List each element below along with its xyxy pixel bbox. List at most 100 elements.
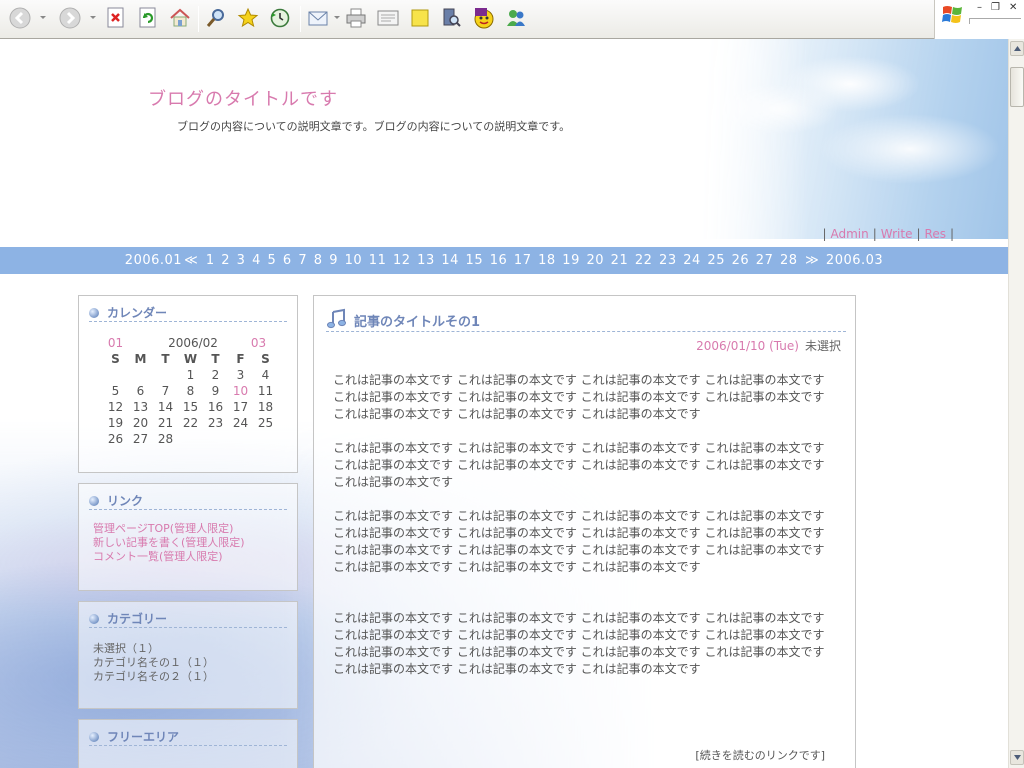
mail-dropdown-icon[interactable] <box>334 16 340 19</box>
datebar-day-link[interactable]: 11 <box>369 253 387 268</box>
calendar-day: 23 <box>207 416 224 430</box>
calendar-day: 7 <box>161 384 170 398</box>
search-icon[interactable] <box>204 6 228 30</box>
next-month-link[interactable]: 2006.03 <box>826 253 883 268</box>
scroll-thumb[interactable] <box>1010 67 1024 107</box>
back-dropdown-icon[interactable] <box>40 16 46 19</box>
datebar-day-link[interactable]: 9 <box>329 253 338 268</box>
mail-icon[interactable] <box>307 6 331 30</box>
calendar-prev-link[interactable]: 01 <box>103 336 128 350</box>
prev-arrow[interactable]: ≪ <box>184 253 198 268</box>
datebar-day-link[interactable]: 25 <box>707 253 725 268</box>
category-item[interactable]: 未選択（１） <box>93 642 159 656</box>
forward-dropdown-icon[interactable] <box>90 16 96 19</box>
next-arrow[interactable]: ≫ <box>805 253 819 268</box>
calendar-weekday: W <box>183 352 198 366</box>
datebar-day-link[interactable]: 28 <box>780 253 798 268</box>
refresh-icon[interactable] <box>136 6 160 30</box>
date-navigation-bar: 2006.01 ≪ 1 2 3 4 5 6 7 8 9 10 11 12 13 1… <box>0 247 1008 274</box>
messenger-icon[interactable] <box>504 6 528 30</box>
favorites-icon[interactable] <box>236 6 260 30</box>
history-icon[interactable] <box>268 6 292 30</box>
datebar-day-link[interactable]: 10 <box>345 253 363 268</box>
blog-title[interactable]: ブログのタイトルです <box>148 85 338 111</box>
link-comment-list[interactable]: コメント一覧(管理人限定) <box>93 550 223 564</box>
datebar-day-link[interactable]: 22 <box>635 253 653 268</box>
edit-icon[interactable] <box>376 6 400 30</box>
minimize-button[interactable]: – <box>977 3 982 13</box>
links-heading: リンク <box>107 494 144 508</box>
back-icon[interactable] <box>8 6 32 30</box>
entry-date[interactable]: 2006/01/10 (Tue) <box>696 339 799 353</box>
res-link[interactable]: Res <box>925 227 946 241</box>
write-link[interactable]: Write <box>881 227 913 241</box>
calendar-day: 26 <box>107 432 124 446</box>
calendar-day: 25 <box>257 416 274 430</box>
scroll-down-icon[interactable] <box>1010 750 1024 765</box>
datebar-day-link[interactable]: 17 <box>514 253 532 268</box>
datebar-day-link[interactable]: 4 <box>252 253 261 268</box>
entry-text-line: これは記事の本文です これは記事の本文です これは記事の本文です これは記事の本… <box>333 526 825 540</box>
home-icon[interactable] <box>168 6 192 30</box>
datebar-day-link[interactable]: 7 <box>298 253 307 268</box>
datebar-day-link[interactable]: 14 <box>441 253 459 268</box>
calendar-day: 6 <box>136 384 145 398</box>
calendar-day: 1 <box>186 368 195 382</box>
datebar-day-link[interactable]: 18 <box>538 253 556 268</box>
restore-button[interactable]: ❐ <box>991 3 1000 13</box>
admin-link[interactable]: Admin <box>830 227 868 241</box>
datebar-day-link[interactable]: 15 <box>466 253 484 268</box>
datebar-day-link[interactable]: 2 <box>221 253 230 268</box>
close-button[interactable]: ✕ <box>1009 3 1017 13</box>
windows-brand-area: – ❐ ✕ <box>934 0 1024 39</box>
free-area-header: フリーエリア <box>89 728 287 746</box>
datebar-day-link[interactable]: 3 <box>237 253 246 268</box>
print-icon[interactable] <box>344 6 368 30</box>
datebar-day-link[interactable]: 6 <box>283 253 292 268</box>
toolbar-separator <box>300 6 301 32</box>
calendar-week-row: 19 20 21 22 23 24 25 <box>103 416 283 432</box>
datebar-day-link[interactable]: 19 <box>562 253 580 268</box>
link-admin-top[interactable]: 管理ページTOP(管理人限定) <box>93 522 233 536</box>
link-new-entry[interactable]: 新しい記事を書く(管理人限定) <box>93 536 245 550</box>
entry-text-line: これは記事の本文です これは記事の本文です これは記事の本文です これは記事の本… <box>333 458 825 472</box>
messenger-yahoo-icon[interactable] <box>472 6 496 30</box>
read-more-link[interactable]: [続きを読むのリンクです] <box>695 747 825 763</box>
calendar-next-link[interactable]: 03 <box>246 336 271 350</box>
stop-icon[interactable] <box>104 6 128 30</box>
datebar-day-link[interactable]: 12 <box>393 253 411 268</box>
entry-paragraph: これは記事の本文です これは記事の本文です これは記事の本文です これは記事の本… <box>333 440 833 491</box>
entry-category[interactable]: 未選択 <box>805 339 841 353</box>
forward-icon[interactable] <box>58 6 82 30</box>
datebar-day-link[interactable]: 13 <box>417 253 435 268</box>
category-header: カテゴリー <box>89 610 287 628</box>
vertical-scrollbar[interactable] <box>1008 39 1024 768</box>
datebar-day-link[interactable]: 24 <box>683 253 701 268</box>
datebar-day-link[interactable]: 1 <box>206 253 215 268</box>
calendar-weekday: S <box>261 352 270 366</box>
datebar-day-link[interactable]: 5 <box>268 253 277 268</box>
datebar-day-link[interactable]: 27 <box>756 253 774 268</box>
calendar-week-row: 26 27 28 <box>103 432 283 448</box>
datebar-day-link[interactable]: 26 <box>732 253 750 268</box>
calendar-day[interactable]: 10 <box>228 384 253 398</box>
calendar-weekday: F <box>236 352 245 366</box>
bullet-icon <box>89 308 99 318</box>
entry-title[interactable]: 記事のタイトルその1 <box>354 311 480 330</box>
scroll-up-icon[interactable] <box>1010 41 1024 56</box>
note-icon[interactable] <box>408 6 432 30</box>
datebar-day-link[interactable]: 23 <box>659 253 677 268</box>
category-item[interactable]: カテゴリ名その１（１） <box>93 656 214 670</box>
research-icon[interactable] <box>439 6 463 30</box>
calendar-weekday: T <box>161 352 170 366</box>
prev-month-link[interactable]: 2006.01 <box>125 253 182 268</box>
calendar-weekday: S <box>111 352 120 366</box>
category-item[interactable]: カテゴリ名その２（１） <box>93 670 214 684</box>
datebar-day-link[interactable]: 16 <box>490 253 508 268</box>
category-box: カテゴリー 未選択（１） カテゴリ名その１（１） カテゴリ名その２（１） <box>78 601 298 709</box>
datebar-day-link[interactable]: 20 <box>586 253 604 268</box>
datebar-day-link[interactable]: 21 <box>611 253 629 268</box>
entry-header: 記事のタイトルその1 <box>326 304 846 332</box>
datebar-day-link[interactable]: 8 <box>314 253 323 268</box>
calendar-week-row: 12 13 14 15 16 17 18 <box>103 400 283 416</box>
